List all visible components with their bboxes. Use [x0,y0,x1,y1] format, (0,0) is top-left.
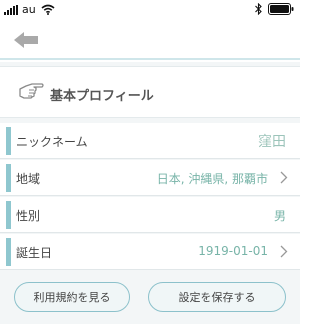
signal-icon [4,4,18,15]
gender-row: 性別 男 [0,197,300,233]
birthday-label: 誕生日 [16,246,53,260]
section-header: 基本プロフィール [0,66,300,118]
birthday-row[interactable]: 誕生日 1919-01-01 [0,234,300,270]
nickname-row[interactable]: ニックネーム 窪田 [0,123,300,159]
region-value: 日本, 沖縄県, 那覇市 [156,172,268,186]
back-arrow-icon[interactable] [14,30,40,50]
chevron-right-icon [280,245,288,258]
chevron-right-icon [280,171,288,184]
region-label: 地域 [16,172,41,186]
gender-value: 男 [273,209,286,223]
carrier-group: au [4,3,55,16]
row-marker [6,127,11,155]
status-bar: au [0,0,300,20]
wifi-icon [41,4,55,15]
birthday-value: 1919-01-01 [198,244,268,258]
nickname-value[interactable]: 窪田 [258,131,286,151]
row-marker [6,238,11,266]
row-marker [6,164,11,192]
nickname-label: ニックネーム [16,135,88,149]
save-settings-button[interactable]: 設定を保存する [148,282,286,312]
bluetooth-icon [255,3,262,15]
section-title: 基本プロフィール [50,89,154,104]
status-right [255,3,294,15]
terms-button[interactable]: 利用規約を見る [14,282,130,312]
region-row[interactable]: 地域 日本, 沖縄県, 那覇市 [0,160,300,196]
pointing-hand-icon [19,83,44,99]
carrier-name: au [22,3,36,16]
gender-label: 性別 [16,209,41,223]
header [0,20,300,60]
battery-icon [268,3,294,15]
row-marker [6,201,11,229]
